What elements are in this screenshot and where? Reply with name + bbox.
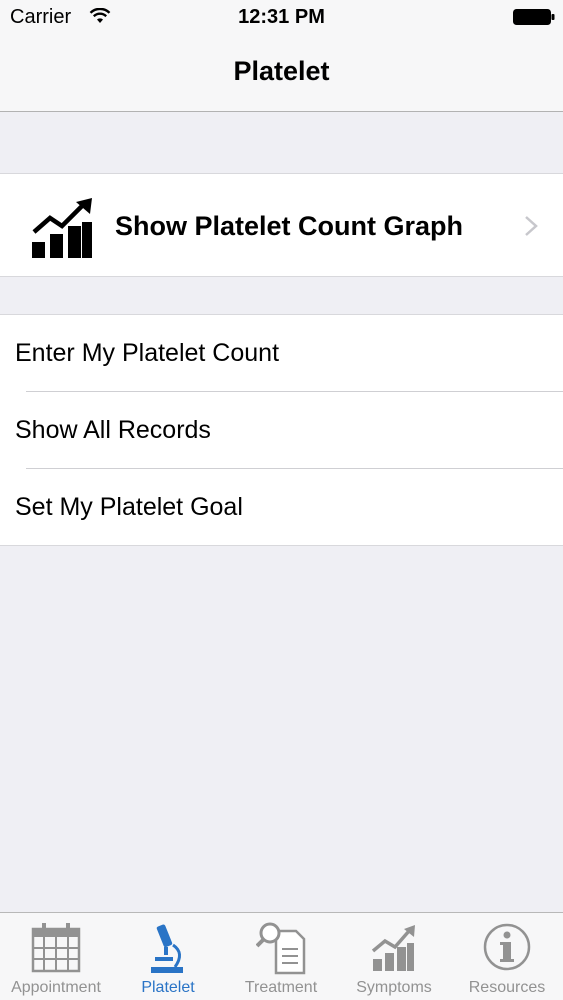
tab-label: Symptoms <box>356 979 432 996</box>
show-graph-label: Show Platelet Count Graph <box>115 211 464 241</box>
show-all-records-item[interactable]: Show All Records <box>0 392 563 469</box>
chart-trend-icon <box>371 925 415 971</box>
info-icon <box>483 923 531 971</box>
navigation-bar: Platelet <box>0 38 563 112</box>
enter-platelet-count-item[interactable]: Enter My Platelet Count <box>0 315 563 392</box>
bar-chart-trend-icon <box>32 198 92 258</box>
status-time: 12:31 PM <box>238 6 325 28</box>
tab-label: Platelet <box>141 979 195 996</box>
menu-item-label: Show All Records <box>15 416 211 444</box>
platelet-menu: Enter My Platelet Count Show All Records… <box>0 314 563 546</box>
tab-symptoms[interactable]: Symptoms <box>338 913 450 1000</box>
battery-icon <box>513 9 555 25</box>
tab-label: Treatment <box>244 979 318 996</box>
tab-platelet[interactable]: Platelet <box>112 913 224 1000</box>
document-search-icon <box>256 922 306 975</box>
tab-label: Resources <box>468 979 546 996</box>
tab-treatment[interactable]: Treatment <box>225 913 337 1000</box>
tab-label: Appointment <box>11 979 101 996</box>
calendar-icon <box>31 923 81 973</box>
menu-item-label: Set My Platelet Goal <box>15 493 243 521</box>
tab-bar: Appointment Platelet Treatment Symptoms … <box>0 912 563 1000</box>
chevron-right-icon <box>525 216 538 236</box>
status-bar: Carrier 12:31 PM <box>0 0 563 38</box>
tab-resources[interactable]: Resources <box>451 913 563 1000</box>
microscope-icon <box>151 924 183 973</box>
menu-item-label: Enter My Platelet Count <box>15 339 280 367</box>
tab-appointment[interactable]: Appointment <box>0 913 112 1000</box>
page-title: Platelet <box>233 56 330 86</box>
show-graph-row[interactable]: Show Platelet Count Graph <box>0 173 563 277</box>
set-platelet-goal-item[interactable]: Set My Platelet Goal <box>0 469 563 546</box>
